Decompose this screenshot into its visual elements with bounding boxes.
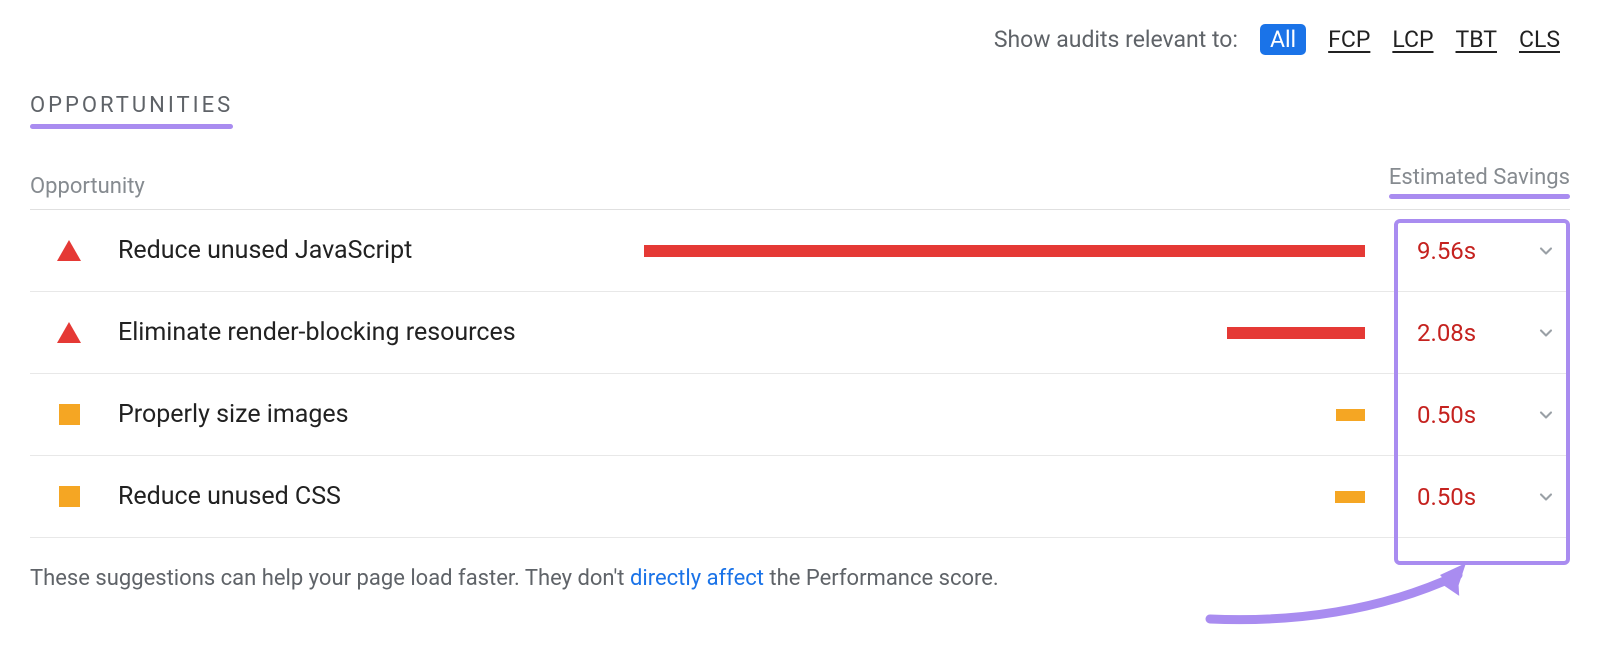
opportunity-row[interactable]: Eliminate render-blocking resources 2.08… (30, 292, 1570, 374)
warn-square-icon (59, 404, 80, 425)
savings-cell: 0.50s (1395, 401, 1570, 429)
footnote-pre: These suggestions can help your page loa… (30, 566, 630, 591)
filter-tab-lcp[interactable]: LCP (1392, 26, 1433, 53)
heading-underline-annotation (30, 124, 233, 129)
opportunities-heading: OPPORTUNITIES (30, 93, 233, 118)
savings-value: 2.08s (1417, 319, 1476, 347)
savings-bar (1336, 409, 1365, 421)
filter-tab-fcp[interactable]: FCP (1328, 26, 1370, 53)
col-header-savings-wrap: Estimated Savings (1389, 165, 1570, 199)
opportunity-title: Reduce unused CSS (118, 482, 341, 511)
savings-value: 9.56s (1417, 237, 1476, 265)
opportunities-table: Opportunity Estimated Savings Reduce unu… (30, 165, 1570, 538)
filter-tab-all[interactable]: All (1260, 24, 1306, 55)
savings-bar (1335, 491, 1365, 503)
savings-bar-area (452, 245, 1365, 257)
savings-value: 0.50s (1417, 401, 1476, 429)
savings-bar-area (389, 409, 1365, 421)
savings-cell: 0.50s (1395, 483, 1570, 511)
status-cell (30, 486, 108, 507)
fail-triangle-icon (57, 322, 81, 343)
footnote-post: the Performance score. (764, 566, 999, 591)
savings-header-underline-annotation (1389, 194, 1570, 199)
opportunity-title: Properly size images (118, 400, 349, 429)
opportunity-row[interactable]: Reduce unused CSS 0.50s (30, 456, 1570, 538)
opportunity-row[interactable]: Properly size images 0.50s (30, 374, 1570, 456)
savings-bar (1227, 327, 1365, 339)
opportunity-title: Eliminate render-blocking resources (118, 318, 516, 347)
filter-label: Show audits relevant to: (994, 26, 1238, 53)
chevron-down-icon[interactable] (1536, 405, 1556, 425)
footnote: These suggestions can help your page loa… (30, 566, 1570, 591)
chevron-down-icon[interactable] (1536, 323, 1556, 343)
footnote-link[interactable]: directly affect (630, 566, 764, 591)
status-cell (30, 404, 108, 425)
opportunity-title: Reduce unused JavaScript (118, 236, 412, 265)
savings-value: 0.50s (1417, 483, 1476, 511)
fail-triangle-icon (57, 240, 81, 261)
table-header-row: Opportunity Estimated Savings (30, 165, 1570, 210)
savings-cell: 2.08s (1395, 319, 1570, 347)
chevron-down-icon[interactable] (1536, 241, 1556, 261)
status-cell (30, 240, 108, 261)
opportunity-row[interactable]: Reduce unused JavaScript 9.56s (30, 210, 1570, 292)
savings-bar (644, 245, 1365, 257)
savings-cell: 9.56s (1395, 237, 1570, 265)
savings-bar-area (556, 327, 1365, 339)
filter-tab-tbt[interactable]: TBT (1456, 26, 1497, 53)
audit-filter-row: Show audits relevant to: All FCP LCP TBT… (30, 18, 1570, 75)
warn-square-icon (59, 486, 80, 507)
col-header-savings: Estimated Savings (1389, 165, 1570, 190)
col-header-opportunity: Opportunity (30, 174, 145, 199)
savings-bar-area (381, 491, 1365, 503)
chevron-down-icon[interactable] (1536, 487, 1556, 507)
section-heading-wrap: OPPORTUNITIES (30, 75, 233, 129)
filter-tab-cls[interactable]: CLS (1519, 26, 1560, 53)
status-cell (30, 322, 108, 343)
